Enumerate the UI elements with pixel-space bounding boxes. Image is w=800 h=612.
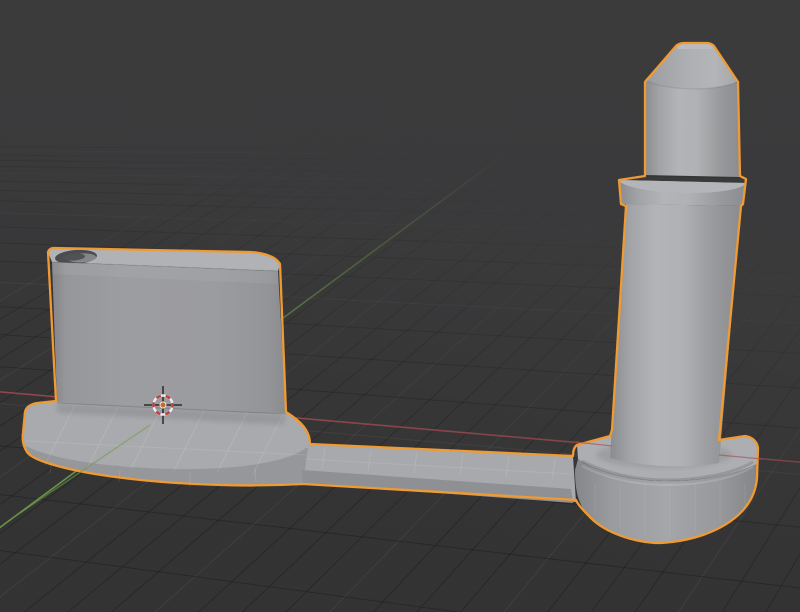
3d-viewport[interactable] xyxy=(0,0,800,612)
3d-cursor xyxy=(144,386,182,424)
cursor-center-dot xyxy=(159,401,167,409)
